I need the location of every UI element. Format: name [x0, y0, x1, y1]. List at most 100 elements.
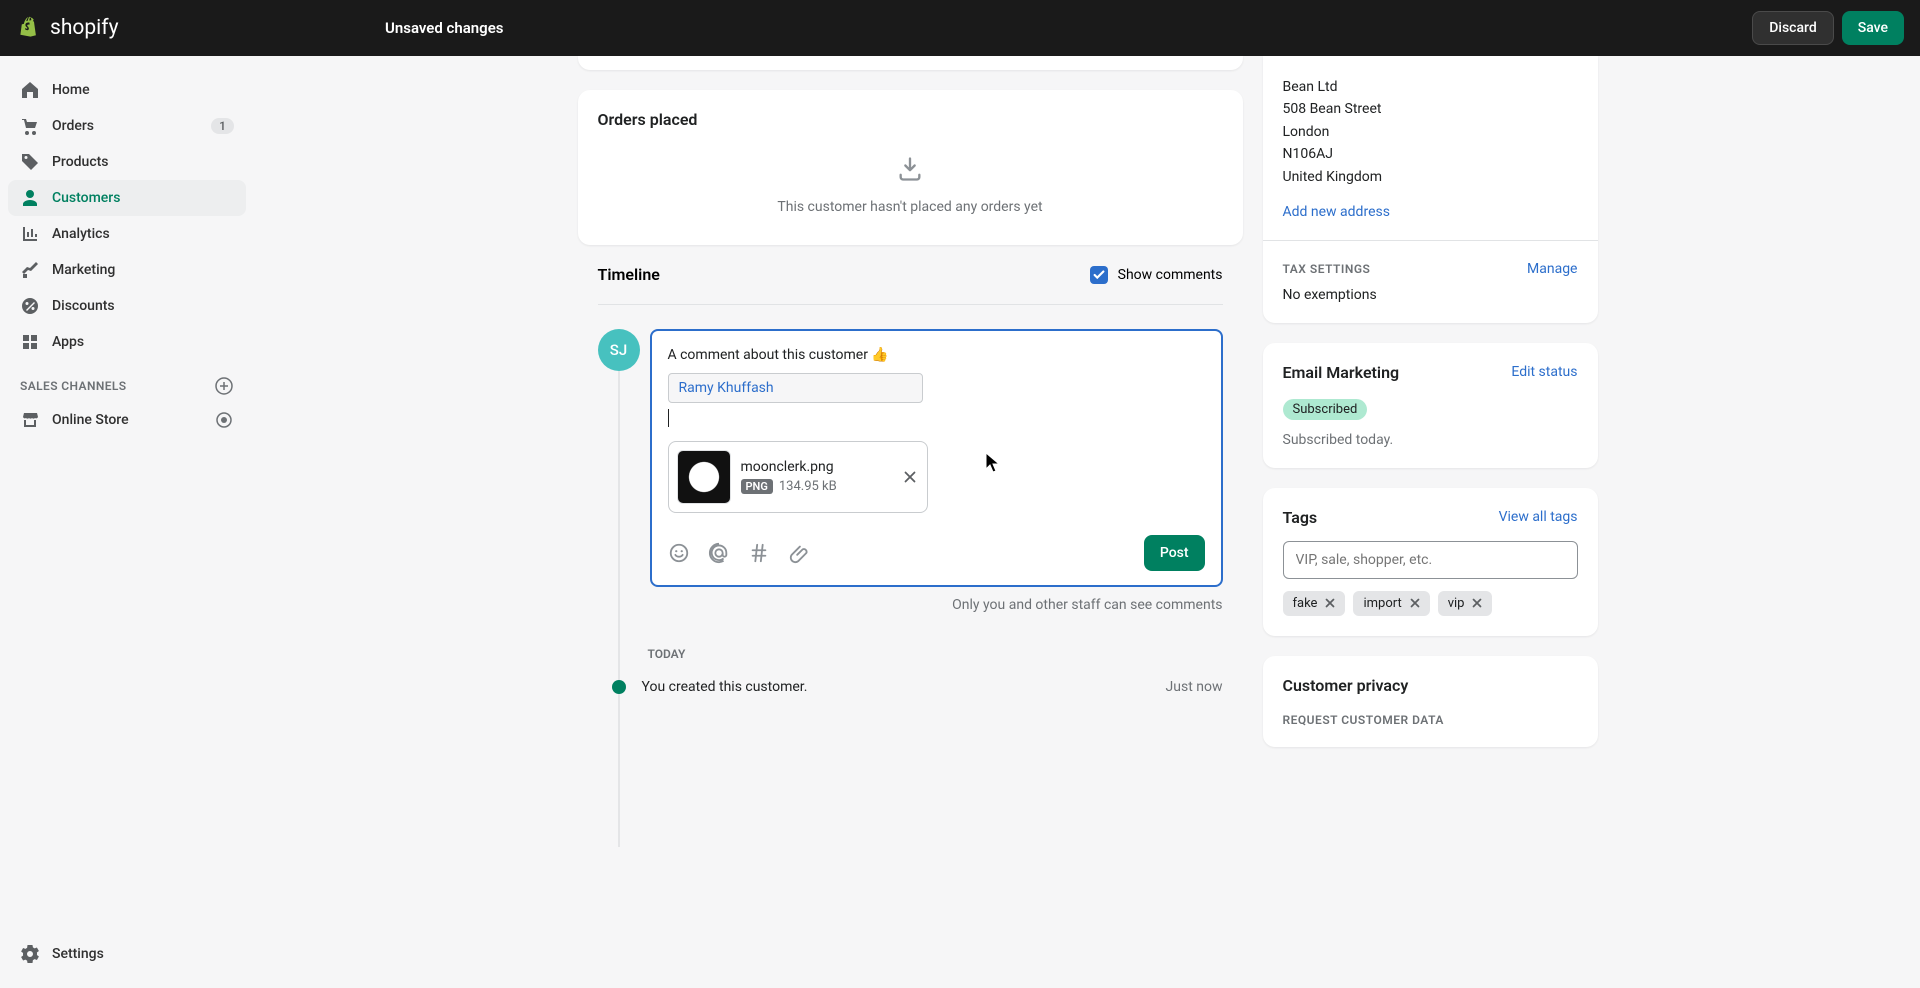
orders-empty-icon [896, 155, 924, 183]
tag-list: fake import vip [1283, 591, 1578, 616]
comment-box[interactable]: A comment about this customer 👍 Ramy Khu… [650, 329, 1223, 587]
attachment-thumbnail [677, 450, 731, 504]
email-marketing-card: Email Marketing Edit status Subscribed S… [1263, 343, 1598, 468]
show-comments-checkbox[interactable] [1090, 266, 1108, 284]
comment-visibility-note: Only you and other staff can see comment… [598, 587, 1223, 633]
nav-apps[interactable]: Apps [8, 324, 246, 360]
orders-icon [20, 116, 40, 136]
sales-channels-heading: SALES CHANNELS [8, 360, 246, 402]
text-cursor [668, 409, 669, 427]
tax-manage-link[interactable]: Manage [1527, 261, 1577, 277]
home-icon [20, 80, 40, 100]
comment-mention[interactable]: Ramy Khuffash [668, 373, 923, 403]
nav-orders[interactable]: Orders 1 [8, 108, 246, 144]
show-comments-toggle[interactable]: Show comments [1090, 266, 1223, 284]
nav-customers-label: Customers [52, 190, 120, 206]
event-text: You created this customer. [642, 679, 808, 695]
store-icon [20, 410, 40, 430]
nav-settings[interactable]: Settings [8, 936, 246, 972]
hashtag-icon[interactable] [748, 542, 770, 564]
discard-button[interactable]: Discard [1752, 11, 1833, 45]
customer-privacy-heading: Customer privacy [1283, 676, 1578, 695]
orders-badge: 1 [211, 118, 234, 134]
analytics-icon [20, 224, 40, 244]
nav-marketing-label: Marketing [52, 262, 115, 278]
attachment-remove-icon[interactable] [901, 468, 919, 486]
nav-settings-label: Settings [52, 946, 104, 962]
tag-remove-icon[interactable] [1470, 596, 1484, 610]
nav-home[interactable]: Home [8, 72, 246, 108]
check-icon [1092, 268, 1106, 282]
nav-marketing[interactable]: Marketing [8, 252, 246, 288]
tag-item: vip [1438, 591, 1493, 616]
products-icon [20, 152, 40, 172]
nav-discounts[interactable]: Discounts [8, 288, 246, 324]
top-actions: Discard Save [1752, 11, 1904, 45]
tag-remove-icon[interactable] [1408, 596, 1422, 610]
address-card: Bean Ltd 508 Bean Street London N106AJ U… [1263, 56, 1598, 323]
nav-analytics-label: Analytics [52, 226, 110, 242]
tax-text: No exemptions [1283, 287, 1578, 303]
nav-orders-label: Orders [52, 118, 94, 134]
orders-empty-text: This customer hasn't placed any orders y… [777, 199, 1042, 215]
discounts-icon [20, 296, 40, 316]
logo-text: shopify [50, 16, 119, 40]
card-top-spacer [578, 56, 1243, 70]
nav-products-label: Products [52, 154, 109, 170]
event-time: Just now [1166, 679, 1223, 695]
unsaved-changes-label: Unsaved changes [385, 19, 504, 37]
nav-analytics[interactable]: Analytics [8, 216, 246, 252]
mention-icon[interactable] [708, 542, 730, 564]
add-channel-icon[interactable] [214, 376, 234, 396]
shopify-logo-icon [16, 14, 44, 42]
main-content: Orders placed This customer hasn't place… [255, 56, 1920, 988]
save-button[interactable]: Save [1842, 11, 1904, 45]
edit-status-link[interactable]: Edit status [1511, 364, 1577, 380]
tags-input[interactable] [1283, 541, 1578, 579]
emoji-icon[interactable] [668, 542, 690, 564]
view-store-icon[interactable] [214, 410, 234, 430]
settings-icon [20, 944, 40, 964]
tags-heading: Tags [1283, 508, 1318, 527]
tags-card: Tags View all tags fake import [1263, 488, 1598, 636]
tax-settings-heading: TAX SETTINGS [1283, 262, 1371, 276]
comment-text[interactable]: A comment about this customer 👍 [668, 347, 1205, 363]
event-dot [612, 680, 626, 694]
attachment-size: 134.95 kB [779, 479, 837, 494]
email-marketing-heading: Email Marketing [1283, 363, 1400, 382]
orders-placed-title: Orders placed [598, 110, 1223, 129]
timeline-title: Timeline [598, 265, 660, 284]
tag-item: fake [1283, 591, 1346, 616]
address-block: Bean Ltd 508 Bean Street London N106AJ U… [1283, 76, 1578, 188]
subscribed-text: Subscribed today. [1283, 432, 1578, 448]
nav-discounts-label: Discounts [52, 298, 115, 314]
apps-icon [20, 332, 40, 352]
post-button[interactable]: Post [1144, 535, 1205, 571]
customer-privacy-card: Customer privacy REQUEST CUSTOMER DATA [1263, 656, 1598, 747]
add-address-link[interactable]: Add new address [1283, 204, 1578, 220]
comment-attachment: moonclerk.png PNG 134.95 kB [668, 441, 928, 513]
top-bar: shopify Unsaved changes Discard Save [0, 0, 1920, 56]
timeline-section: Timeline Show comments SJ [578, 265, 1243, 695]
logo[interactable]: shopify [16, 14, 119, 42]
nav-apps-label: Apps [52, 334, 84, 350]
nav-customers[interactable]: Customers [8, 180, 246, 216]
view-all-tags-link[interactable]: View all tags [1499, 509, 1578, 525]
nav-online-store[interactable]: Online Store [8, 402, 246, 438]
subscribed-badge: Subscribed [1283, 399, 1368, 420]
marketing-icon [20, 260, 40, 280]
attachment-ext-badge: PNG [741, 479, 773, 494]
tag-remove-icon[interactable] [1323, 596, 1337, 610]
tag-item: import [1353, 591, 1429, 616]
show-comments-label: Show comments [1118, 267, 1223, 283]
orders-placed-card: Orders placed This customer hasn't place… [578, 90, 1243, 245]
timeline-line [618, 371, 620, 847]
sidebar: Home Orders 1 Products Customers Analyti… [0, 56, 255, 988]
customers-icon [20, 188, 40, 208]
request-customer-data-label: REQUEST CUSTOMER DATA [1283, 713, 1578, 727]
attachment-name: moonclerk.png [741, 459, 837, 475]
timeline-today-label: TODAY [598, 647, 1223, 661]
nav-products[interactable]: Products [8, 144, 246, 180]
attachment-icon[interactable] [788, 542, 810, 564]
user-avatar: SJ [598, 329, 640, 371]
